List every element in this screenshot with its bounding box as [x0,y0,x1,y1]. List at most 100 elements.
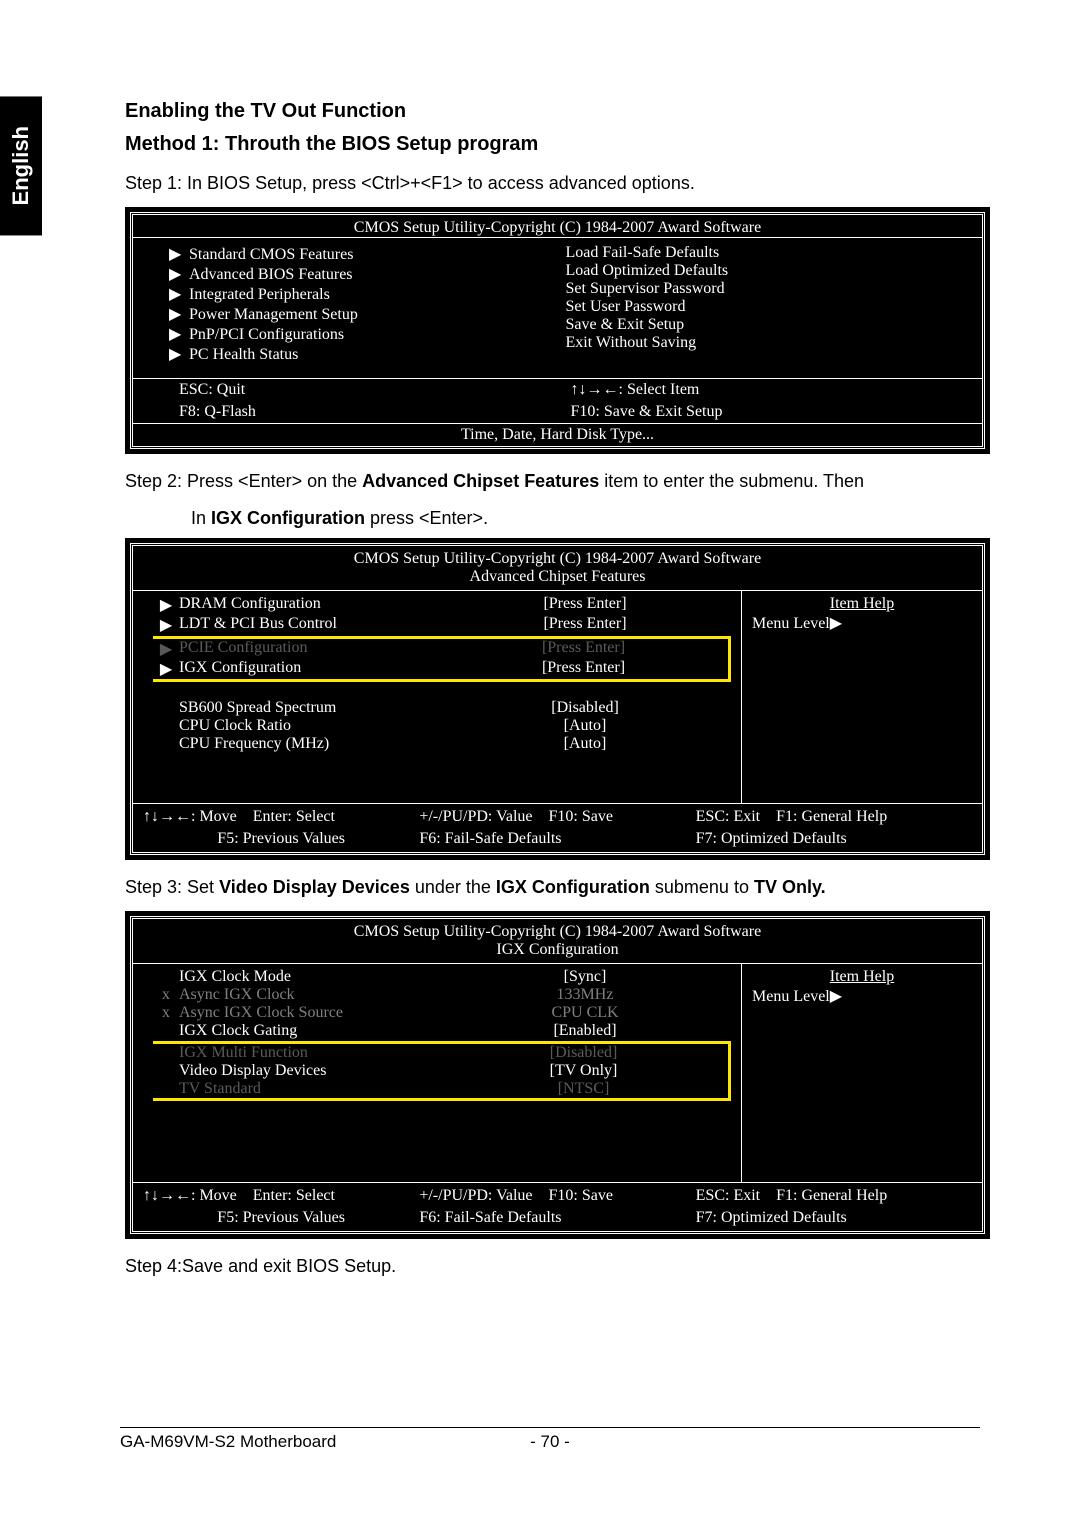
menu-label: PnP/PCI Configurations [189,326,344,343]
bios-frame: CMOS Setup Utility-Copyright (C) 1984-20… [130,916,985,1234]
footer-seg: F6: Fail-Safe Defaults [419,830,695,848]
step-4-text: Step 4:Save and exit BIOS Setup. [125,1253,990,1280]
text: submenu to [650,877,754,897]
menu-item[interactable]: Load Optimized Defaults [566,262,963,280]
triangle-icon: ▶ [169,304,189,324]
option-value: CPU CLK [439,1004,731,1022]
triangle-icon: ▶ [169,324,189,344]
option-label: TV Standard [179,1080,439,1098]
menu-label: Load Fail-Safe Defaults [566,244,720,261]
option-value: [Enabled] [439,1022,731,1040]
step-2-text: Step 2: Press <Enter> on the Advanced Ch… [125,468,990,495]
option-row-video-display[interactable]: Video Display Devices[TV Only] [153,1062,728,1080]
option-row[interactable]: CPU Frequency (MHz)[Auto] [153,735,731,753]
option-value: [NTSC] [439,1080,728,1098]
footer-seg: ESC: Exit F1: General Help [696,1187,972,1205]
lead [153,699,179,717]
highlight-callout: IGX Multi Function[Disabled] Video Displ… [153,1041,731,1101]
triangle-icon: ▶ [169,264,189,284]
option-row-disabled: xAsync IGX Clock133MHz [153,986,731,1004]
option-row[interactable]: CPU Clock Ratio[Auto] [153,717,731,735]
bios-title: CMOS Setup Utility-Copyright (C) 1984-20… [133,546,982,568]
option-row[interactable]: IGX Clock Gating[Enabled] [153,1022,731,1040]
content-area: Enabling the TV Out Function Method 1: T… [125,100,990,1280]
option-row-tv-standard[interactable]: TV Standard[NTSC] [153,1080,728,1098]
lead: x [153,1004,179,1022]
method-heading: Method 1: Throuth the BIOS Setup program [125,133,990,156]
bios-main-menu: CMOS Setup Utility-Copyright (C) 1984-20… [125,207,990,454]
triangle-icon: ▶ [169,244,189,264]
bios-help-row: ESC: Quit ↑↓→←: Select Item [133,378,982,401]
bios-footer: ↑↓→←: Move Enter: Select +/-/PU/PD: Valu… [133,803,982,830]
footer-seg: ↑↓→←: Move Enter: Select [143,808,419,826]
menu-item[interactable]: Exit Without Saving [566,334,963,352]
option-value: [Disabled] [439,1044,728,1062]
option-value: [Auto] [439,717,731,735]
option-value: [Sync] [439,968,731,986]
menu-item[interactable]: Set Supervisor Password [566,280,963,298]
option-row[interactable]: IGX Clock Mode[Sync] [153,968,731,986]
text: press <Enter>. [365,508,488,528]
document-page: English Enabling the TV Out Function Met… [0,0,1080,1532]
menu-item[interactable]: ▶Power Management Setup [169,304,566,324]
footer-seg: F5: Previous Values [143,830,419,848]
menu-item[interactable]: ▶Integrated Peripherals [169,284,566,304]
triangle-icon: ▶ [153,595,179,615]
bios-title: CMOS Setup Utility-Copyright (C) 1984-20… [133,215,982,237]
bold-text: Advanced Chipset Features [362,471,599,491]
option-label: LDT & PCI Bus Control [179,615,439,635]
bios-help-pane: Item Help Menu Level▶ [742,591,982,803]
bios-help-pane: Item Help Menu Level▶ [742,964,982,1182]
option-label: SB600 Spread Spectrum [179,699,439,717]
highlight-callout: ▶PCIE Configuration[Press Enter] ▶IGX Co… [153,636,731,682]
menu-label: Set Supervisor Password [566,280,725,297]
menu-label: Set User Password [566,298,686,315]
lead [153,1080,179,1098]
option-label: IGX Clock Gating [179,1022,439,1040]
option-row-igx[interactable]: ▶IGX Configuration[Press Enter] [153,659,728,679]
bios-body: ▶DRAM Configuration[Press Enter] ▶LDT & … [133,591,982,803]
page-footer: GA-M69VM-S2 Motherboard - 70 - [120,1427,980,1452]
bold-text: TV Only. [754,877,826,897]
menu-item[interactable]: Set User Password [566,298,963,316]
menu-label: Power Management Setup [189,306,358,323]
bios-subtitle: Advanced Chipset Features [133,568,982,590]
menu-item[interactable]: ▶PC Health Status [169,344,566,364]
menu-item[interactable]: ▶Advanced BIOS Features [169,264,566,284]
footer-seg: F7: Optimized Defaults [696,1209,972,1227]
footer-seg: +/-/PU/PD: Value F10: Save [419,808,695,826]
help-esc: ESC: Quit [179,381,571,399]
menu-label: Exit Without Saving [566,334,697,351]
option-row[interactable]: SB600 Spread Spectrum[Disabled] [153,699,731,717]
menu-item[interactable]: ▶PnP/PCI Configurations [169,324,566,344]
menu-item[interactable]: Load Fail-Safe Defaults [566,244,963,262]
menu-label: Standard CMOS Features [189,246,353,263]
text: In [191,508,211,528]
lead [153,1044,179,1062]
menu-item[interactable]: ▶Standard CMOS Features [169,244,566,264]
option-label: Async IGX Clock Source [179,1004,439,1022]
triangle-icon: ▶ [153,615,179,635]
option-value: [Press Enter] [439,639,728,659]
help-f8: F8: Q-Flash [179,403,571,421]
footer-seg: ↑↓→←: Move Enter: Select [143,1187,419,1205]
option-value: [Auto] [439,735,731,753]
footer-seg: F5: Previous Values [143,1209,419,1227]
bios-right-column: Load Fail-Safe Defaults Load Optimized D… [566,244,963,364]
option-row[interactable]: ▶DRAM Configuration[Press Enter] [153,595,731,615]
footer-seg: F7: Optimized Defaults [696,830,972,848]
bios-footer: F5: Previous Values F6: Fail-Safe Defaul… [133,830,982,852]
footer-seg: F6: Fail-Safe Defaults [419,1209,695,1227]
footer-seg: ESC: Exit F1: General Help [696,808,972,826]
bios-footer: F5: Previous Values F6: Fail-Safe Defaul… [133,1209,982,1231]
bios-frame: CMOS Setup Utility-Copyright (C) 1984-20… [130,212,985,449]
option-row[interactable]: ▶LDT & PCI Bus Control[Press Enter] [153,615,731,635]
text: under the [410,877,496,897]
footer-seg: +/-/PU/PD: Value F10: Save [419,1187,695,1205]
bios-subtitle: IGX Configuration [133,941,982,963]
menu-item[interactable]: Save & Exit Setup [566,316,963,334]
bios-options-pane: IGX Clock Mode[Sync] xAsync IGX Clock133… [133,964,742,1182]
option-label: IGX Clock Mode [179,968,439,986]
option-row-multi[interactable]: IGX Multi Function[Disabled] [153,1044,728,1062]
option-row-pcie[interactable]: ▶PCIE Configuration[Press Enter] [153,639,728,659]
